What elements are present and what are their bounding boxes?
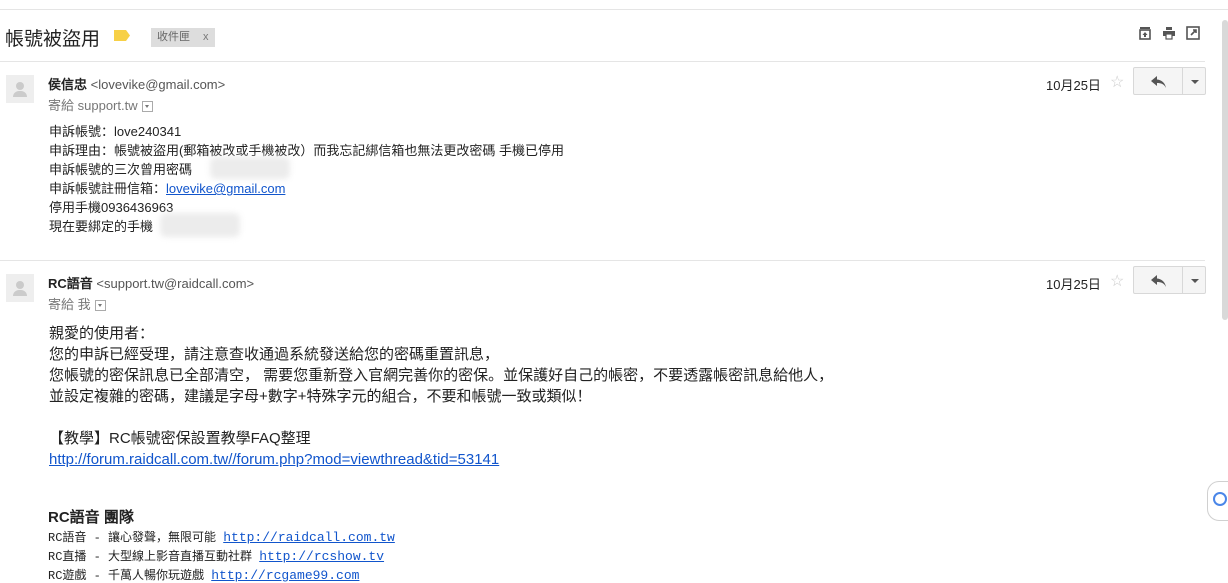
body-line: 申訴帳號：love240341 (49, 124, 182, 139)
reply-icon (1151, 76, 1166, 88)
redacted-area (210, 157, 290, 179)
signature-link[interactable]: http://rcgame99.com (211, 568, 359, 583)
sender-name: RC語音 (48, 276, 93, 291)
signature-line: RC語音 - 讓心發聲，無限可能 http://raidcall.com.tw (48, 528, 395, 545)
inbox-label-chip[interactable]: 收件匣 x (151, 28, 215, 47)
body-line: 申訴理由：帳號被盜用(郵箱被改或手機被改）而我忘記綁信箱也無法更改密碼 手機已停… (49, 143, 564, 158)
top-divider (0, 9, 1228, 10)
body-line: 您的申訴已經受理，請注意查收通過系統發送給您的密碼重置訊息， (49, 346, 500, 363)
sender-name: 侯信忠 (48, 77, 88, 92)
print-icon[interactable] (1162, 26, 1176, 40)
body-line: 【教學】RC帳號密保設置教學FAQ整理 (49, 430, 311, 447)
message-date: 10月25日 (1046, 277, 1101, 292)
important-label-icon[interactable] (114, 30, 130, 41)
recipient: support.tw (77, 98, 138, 113)
chat-icon (1213, 492, 1227, 506)
reply-button[interactable] (1133, 67, 1183, 95)
star-icon[interactable]: ☆ (1110, 271, 1124, 291)
floating-chat-button[interactable] (1207, 481, 1228, 521)
message-sender[interactable]: 侯信忠 <lovevike@gmail.com> (48, 74, 225, 93)
signature-link[interactable]: http://raidcall.com.tw (223, 530, 395, 545)
show-details-dropdown[interactable] (94, 300, 106, 312)
signature-line: RC遊戲 - 千萬人暢你玩遊戲 http://rcgame99.com (48, 566, 359, 583)
redacted-area (160, 213, 240, 237)
body-line: 並設定複雜的密碼，建議是字母+數字+特殊字元的組合，不要和帳號一致或類似！ (49, 388, 592, 405)
new-window-icon[interactable] (1186, 26, 1200, 40)
body-line: 您帳號的密保訊息已全部清空， 需要您重新登入官網完善你的密保。並保護好自己的帳密… (49, 367, 834, 384)
remove-label-button[interactable]: x (203, 31, 209, 43)
message-divider (0, 61, 1205, 62)
reply-icon (1151, 275, 1166, 287)
message-date: 10月25日 (1046, 78, 1101, 93)
message-body: 申訴帳號：love240341 申訴理由：帳號被盜用(郵箱被改或手機被改）而我忘… (49, 122, 564, 236)
signature-line: RC直播 - 大型線上影音直播互動社群 http://rcshow.tv (48, 547, 384, 564)
signature-text: RC直播 - 大型線上影音直播互動社群 (48, 550, 253, 564)
message-body: 親愛的使用者： 您的申訴已經受理，請注意查收通過系統發送給您的密碼重置訊息， 您… (49, 323, 833, 470)
reply-button[interactable] (1133, 266, 1183, 294)
body-line-prefix: 申訴帳號註冊信箱： (49, 181, 167, 196)
signature-text: RC遊戲 - 千萬人暢你玩遊戲 (48, 569, 205, 583)
scrollbar[interactable] (1222, 20, 1228, 320)
email-link[interactable]: lovevike@gmail.com (166, 181, 285, 196)
team-signature-title: RC語音 團隊 (48, 509, 134, 526)
more-actions-button[interactable] (1182, 67, 1206, 95)
message-sender[interactable]: RC語音 <support.tw@raidcall.com> (48, 273, 254, 292)
sender-email: <lovevike@gmail.com> (90, 77, 226, 92)
forum-link[interactable]: http://forum.raidcall.com.tw//forum.php?… (49, 451, 499, 468)
body-line: 停用手機0936436963 (49, 200, 174, 215)
inbox-label-text: 收件匣 (157, 31, 190, 43)
body-line: 親愛的使用者： (49, 325, 155, 342)
more-actions-button[interactable] (1182, 266, 1206, 294)
sender-avatar[interactable] (6, 75, 34, 103)
message-divider (0, 260, 1205, 261)
to-prefix: 寄給 (48, 297, 75, 312)
recipient-line: 寄給 我 (48, 294, 106, 313)
signature-text: RC語音 - 讓心發聲，無限可能 (48, 531, 217, 545)
signature-link[interactable]: http://rcshow.tv (259, 549, 384, 564)
body-line: 現在要綁定的手機 (49, 219, 154, 234)
thread-subject: 帳號被盜用 (5, 29, 101, 50)
body-line: 申訴帳號的三次曾用密碼 (49, 162, 193, 177)
to-prefix: 寄給 (48, 98, 75, 113)
archive-icon[interactable] (1138, 26, 1152, 40)
sender-email: <support.tw@raidcall.com> (96, 276, 255, 291)
recipient: 我 (77, 297, 91, 312)
sender-avatar[interactable] (6, 274, 34, 302)
star-icon[interactable]: ☆ (1110, 72, 1124, 92)
recipient-line: 寄給 support.tw (48, 95, 153, 114)
body-line: 申訴帳號註冊信箱：lovevike@gmail.com (49, 179, 564, 198)
show-details-dropdown[interactable] (141, 101, 153, 113)
